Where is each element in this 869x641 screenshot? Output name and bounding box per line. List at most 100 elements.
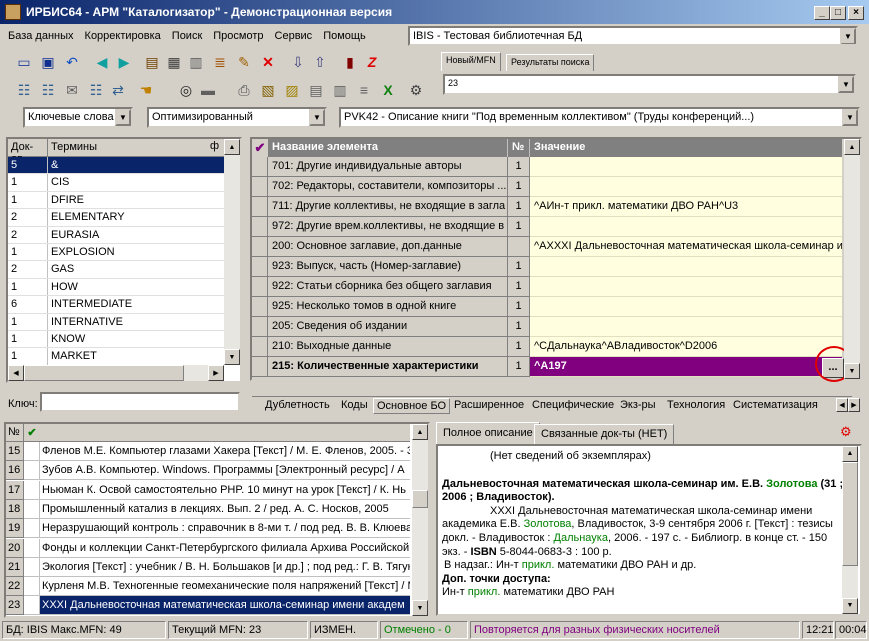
hand-icon[interactable]: ☚	[136, 80, 156, 100]
menu-service[interactable]: Сервис	[275, 28, 313, 46]
worksheet-select[interactable]: PVK42 - Описание книги "Под временным ко…	[339, 107, 860, 128]
tab-search-results[interactable]: Результаты поиска	[506, 54, 595, 71]
editor-row[interactable]: 702: Редакторы, составители, композиторы…	[252, 177, 842, 197]
desc-l2b[interactable]: Золотова	[766, 478, 817, 490]
record-row[interactable]: 17 Ньюман К. Освой самостоятельно PHP. 10…	[6, 480, 410, 500]
dict-row[interactable]: 6 INTERMEDIATE	[8, 296, 224, 314]
tab-duplicates[interactable]: Дублетность	[262, 398, 333, 414]
record-row[interactable]: 19 Неразрушающий контроль : справочник в …	[6, 519, 410, 539]
chevron-down-icon[interactable]: ▼	[838, 76, 854, 93]
maximize-button[interactable]: □	[830, 6, 846, 20]
field-value[interactable]	[530, 297, 842, 317]
tab-extended[interactable]: Расширенное	[451, 398, 527, 414]
mail-icon[interactable]: ✉	[62, 80, 82, 100]
dict-row[interactable]: 2 GAS	[8, 261, 224, 279]
editor-col-value[interactable]: Значение	[530, 139, 842, 157]
desc-l6b[interactable]: Дальнаука	[554, 532, 608, 544]
record-check[interactable]	[24, 596, 40, 616]
row-handle[interactable]	[252, 177, 268, 197]
desc-l5b[interactable]: Золотова	[524, 518, 572, 530]
editor-col-name[interactable]: Название элемента	[268, 139, 508, 157]
scroll-down-icon[interactable]: ▼	[844, 363, 860, 379]
pages-icon[interactable]: ▤	[306, 80, 326, 100]
row-handle[interactable]	[252, 277, 268, 297]
key-input[interactable]	[40, 392, 240, 412]
dict-scrollbar[interactable]: ▲ ▼	[224, 139, 240, 365]
dict-row[interactable]: 1 KNOW	[8, 330, 224, 349]
menu-search[interactable]: Поиск	[172, 28, 202, 46]
field-value[interactable]	[530, 217, 842, 237]
desc-l8b[interactable]: прикл.	[522, 559, 555, 571]
search-form-icon[interactable]: ☷	[14, 80, 34, 100]
chevron-down-icon[interactable]: ▼	[842, 109, 858, 126]
list-icon[interactable]: ≡	[354, 80, 374, 100]
excel-icon[interactable]: X	[378, 80, 398, 100]
field-value[interactable]	[530, 277, 842, 297]
editor-row[interactable]: 711: Другие коллективы, не входящие в за…	[252, 197, 842, 217]
record-row[interactable]: 15 Фленов М.Е. Компьютер глазами Хакера […	[6, 442, 410, 461]
record-row[interactable]: 18 Промышленный катализ в лекциях. Вып. 2…	[6, 499, 410, 519]
row-handle[interactable]	[252, 297, 268, 317]
field-value[interactable]: ^AXXXI Дальневосточная математическая шк…	[530, 237, 842, 257]
scroll-up-icon[interactable]: ▲	[412, 424, 428, 440]
chevron-down-icon[interactable]: ▼	[115, 109, 131, 126]
editor-row[interactable]: 210: Выходные данные 1 ^CДальнаука^AВладив…	[252, 337, 842, 357]
scroll-down-icon[interactable]: ▼	[224, 349, 240, 365]
hscroll-thumb[interactable]	[24, 365, 184, 381]
edit-icon[interactable]: ✎	[234, 52, 254, 72]
editor-row[interactable]: 922: Статьи сборника без общего заглавия…	[252, 277, 842, 297]
close-button[interactable]: ×	[848, 6, 864, 20]
record-check[interactable]	[24, 461, 40, 481]
menu-correction[interactable]: Корректировка	[85, 28, 161, 46]
row-handle[interactable]	[252, 237, 268, 257]
tab-main-bo[interactable]: Основное БО	[373, 398, 451, 414]
row-handle[interactable]	[252, 157, 268, 177]
mfn-input[interactable]: 23 ▼	[443, 74, 856, 95]
field-value[interactable]	[530, 177, 842, 197]
record-check[interactable]	[24, 577, 40, 597]
dict-row[interactable]: 1 MARKET	[8, 348, 224, 366]
row-handle[interactable]	[252, 197, 268, 217]
cards-icon[interactable]: ▧	[258, 80, 278, 100]
dict-row[interactable]: 1 DFIRE	[8, 191, 224, 210]
desc-l10b[interactable]: прикл.	[468, 586, 501, 598]
field-value[interactable]	[530, 157, 842, 177]
editor-row[interactable]: 923: Выпуск, часть (Номер-заглавие) 1	[252, 257, 842, 277]
tab-codes[interactable]: Коды	[338, 398, 371, 414]
record-row[interactable]: 16 Зубов А.В. Компьютер. Windows. Програм…	[6, 461, 410, 481]
record-check[interactable]	[24, 480, 40, 500]
scroll-down-icon[interactable]: ▼	[412, 600, 428, 616]
export-icon[interactable]: ⇧	[310, 52, 330, 72]
field-value[interactable]: ^CДальнаука^AВладивосток^D2006	[530, 337, 842, 357]
scroll-up-icon[interactable]: ▲	[844, 139, 860, 155]
record-check[interactable]	[24, 519, 40, 539]
pin-icon[interactable]: ф	[210, 139, 224, 156]
tab-specific[interactable]: Специфические	[529, 398, 617, 414]
editor-row[interactable]: 200: Основное заглавие, доп.данные ^AXXXI…	[252, 237, 842, 257]
database-select[interactable]: IBIS - Тестовая библиотечная БД ▼	[408, 26, 858, 46]
checkmark-icon[interactable]: ✔	[252, 139, 268, 157]
desc-settings-icon[interactable]: ⚙	[840, 424, 852, 440]
editor-row[interactable]: 701: Другие индивидуальные авторы 1	[252, 157, 842, 177]
tab-copies[interactable]: Экз-ры	[617, 398, 659, 414]
folder-icon[interactable]: ▬	[198, 80, 218, 100]
record-scroll-thumb[interactable]	[412, 490, 428, 508]
report-icon[interactable]: ▨	[282, 80, 302, 100]
scroll-left-icon[interactable]: ◀	[8, 365, 24, 381]
desc-scrollbar[interactable]: ▲ ▼	[842, 446, 858, 614]
dict-hscrollbar[interactable]: ◀ ▶	[8, 365, 224, 381]
record-row[interactable]: 21 Экология [Текст] : учебник / В. Н. Бол…	[6, 557, 410, 577]
desc-scroll-thumb[interactable]	[842, 462, 858, 566]
record-row[interactable]: 23 XXXI Дальневосточная математическая шк…	[6, 596, 410, 616]
record-row[interactable]: 22 Курленя М.В. Техногенные геомеханическ…	[6, 577, 410, 597]
irbis-book-icon[interactable]	[5, 4, 21, 20]
scroll-up-icon[interactable]: ▲	[842, 446, 858, 462]
field-value[interactable]	[530, 257, 842, 277]
copy-record-icon[interactable]: ▤	[142, 52, 162, 72]
search-form-3-icon[interactable]: ☷	[86, 80, 106, 100]
link-icon[interactable]: ⇄	[108, 80, 128, 100]
editor-scrollbar[interactable]: ▲ ▼	[844, 139, 860, 379]
forward-arrow-icon[interactable]: ▶	[114, 52, 134, 72]
tab-technology[interactable]: Технология	[664, 398, 728, 414]
field-value[interactable]: ^AИн-т прикл. математики ДВО РАН^U3	[530, 197, 842, 217]
